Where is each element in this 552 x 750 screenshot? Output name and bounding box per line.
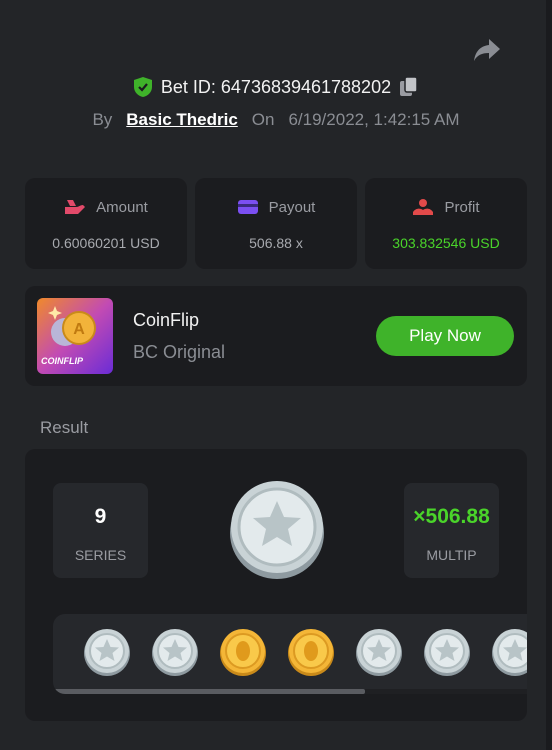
scrollbar-thumb[interactable] (53, 689, 365, 694)
bet-id: Bet ID: 64736839461788202 (160, 76, 392, 97)
multiplier-value: ×506.88 (413, 505, 490, 528)
on-label: On (251, 110, 275, 129)
bet-id-row: Bet ID: 64736839461788202 (0, 76, 552, 98)
game-card: A COINFLIP CoinFlip BC Original Play Now (25, 286, 527, 386)
silver-coin-icon (152, 629, 198, 676)
series-label: SERIES (74, 547, 127, 563)
share-icon[interactable] (472, 36, 502, 64)
amount-card: Amount 0.60060201 USD (25, 178, 187, 269)
bet-datetime: 6/19/2022, 1:42:15 AM (288, 110, 460, 129)
verified-shield-icon (133, 77, 152, 97)
series-value: 9 (94, 505, 107, 528)
coinflip-thumbnail[interactable]: A COINFLIP (37, 298, 113, 374)
silver-coin-icon (424, 629, 470, 676)
amount-value: 0.60060201 USD (52, 235, 160, 251)
silver-coin-icon (84, 629, 130, 676)
profit-icon (413, 199, 434, 215)
payout-card: Payout 506.88 x (195, 178, 357, 269)
copy-icon[interactable] (399, 76, 419, 98)
silver-coin-icon (492, 629, 527, 676)
result-coin-icon (230, 481, 324, 579)
game-subtitle: BC Original (133, 342, 226, 362)
multiplier-card: ×506.88 MULTIP (404, 483, 499, 578)
result-heading: Result (40, 418, 89, 437)
gold-coin-icon (288, 629, 334, 676)
profit-label: Profit (444, 198, 480, 216)
series-card: 9 SERIES (53, 483, 148, 578)
profit-value: 303.832546 USD (392, 235, 500, 251)
profit-card: Profit 303.832546 USD (365, 178, 527, 269)
svg-text:A: A (73, 321, 85, 338)
multiplier-label: MULTIP (426, 547, 477, 563)
payout-value: 506.88 x (249, 235, 303, 251)
result-panel: 9 SERIES ×506.88 MULTIP (25, 449, 527, 721)
amount-label: Amount (96, 198, 148, 216)
card-icon (237, 200, 258, 214)
amount-icon (65, 200, 86, 214)
bet-meta-row: By Basic Thedric On 6/19/2022, 1:42:15 A… (0, 110, 552, 130)
coin-history-row (83, 628, 527, 676)
payout-label: Payout (268, 198, 316, 216)
coin-history-strip[interactable] (53, 614, 527, 694)
username-link[interactable]: Basic Thedric (126, 110, 238, 130)
by-label: By (92, 110, 113, 129)
silver-coin-icon (356, 629, 402, 676)
play-now-button[interactable]: Play Now (376, 316, 514, 356)
gold-coin-icon (220, 629, 266, 676)
game-name: CoinFlip (133, 310, 200, 330)
thumbnail-text: COINFLIP (41, 356, 83, 366)
